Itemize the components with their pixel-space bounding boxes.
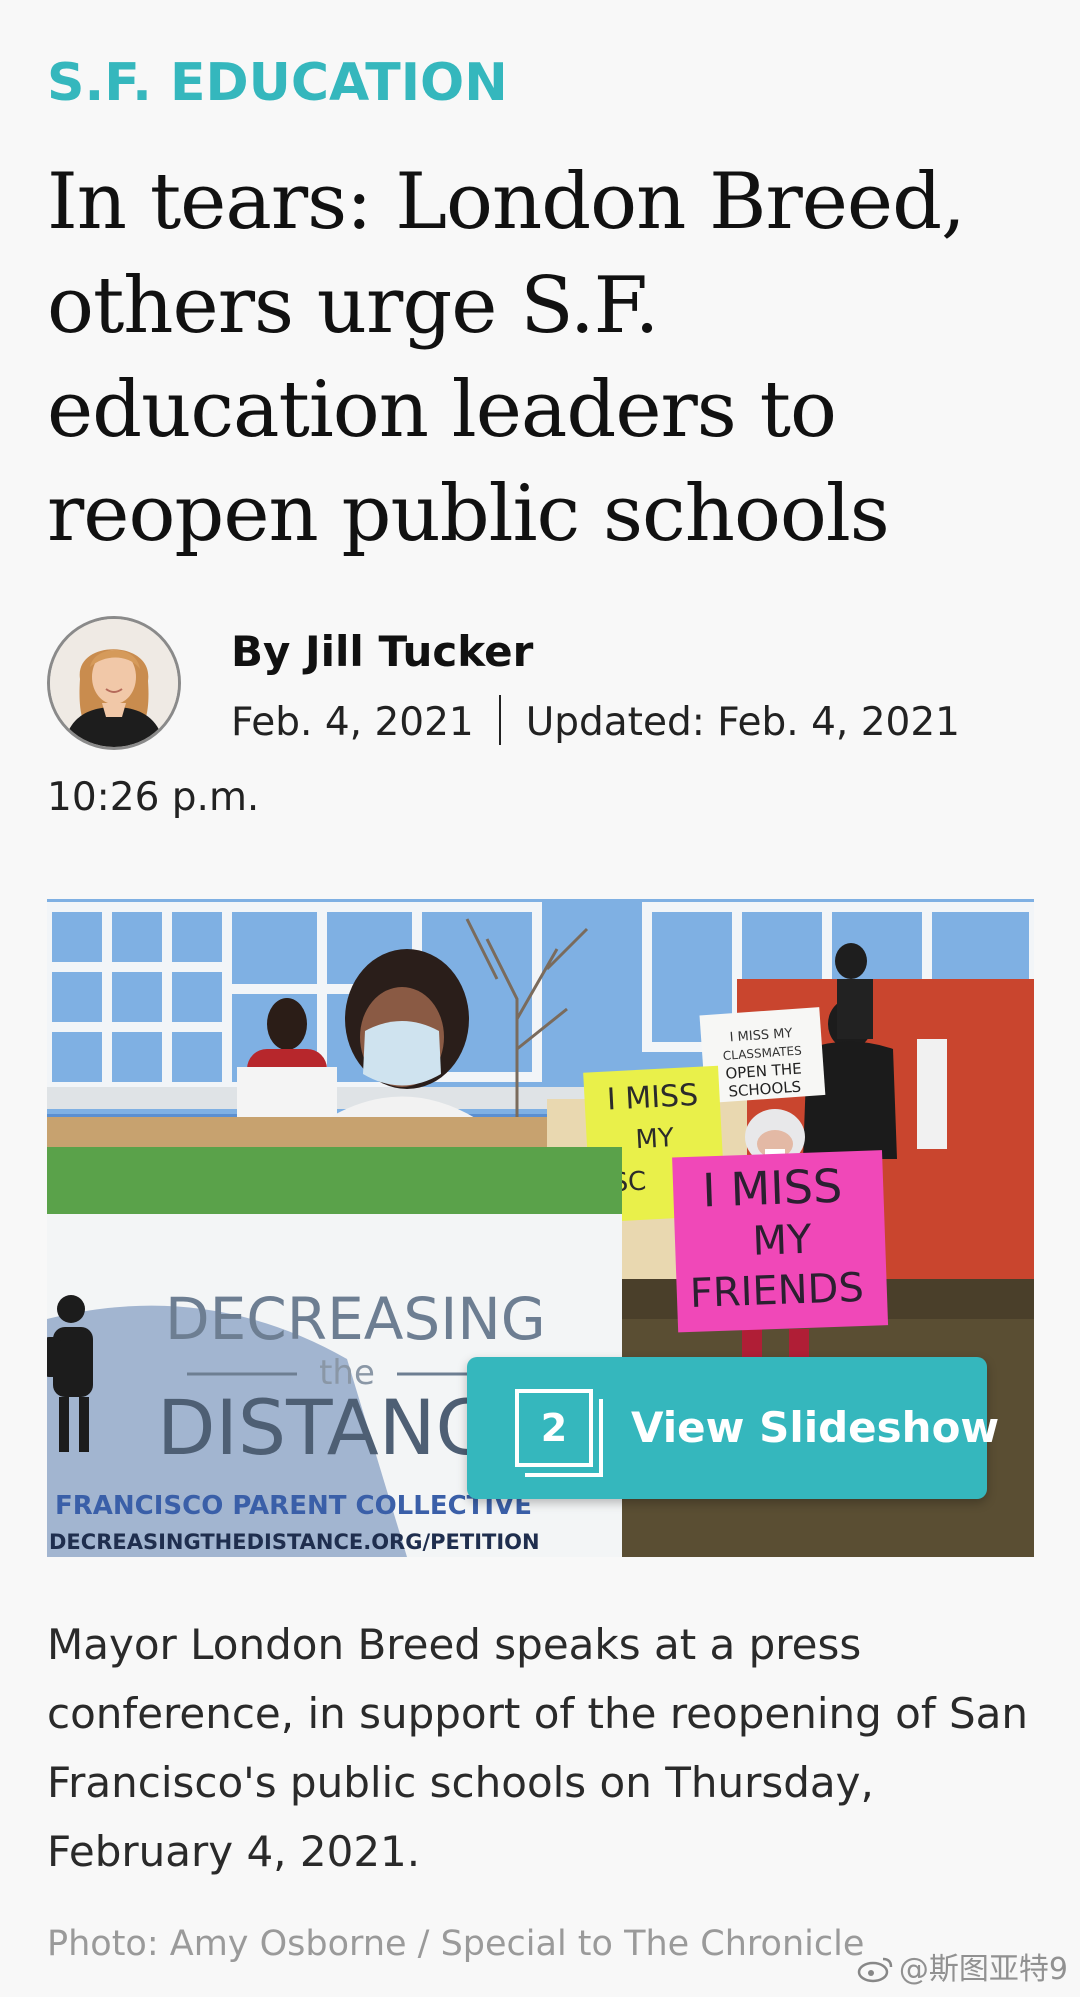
updated-time: 10:26 p.m.	[47, 775, 260, 820]
weibo-icon	[857, 1957, 893, 1983]
slideshow-count: 2	[515, 1389, 593, 1467]
watermark-text: @斯图亚特9	[898, 1952, 1068, 1987]
view-slideshow-button[interactable]: 2 View Slideshow	[467, 1357, 999, 1499]
svg-text:DECREASINGTHEDISTANCE.ORG/PETI: DECREASINGTHEDISTANCE.ORG/PETITION	[49, 1530, 540, 1554]
author-avatar[interactable]	[47, 616, 181, 750]
article-dates: Feb. 4, 2021 Updated: Feb. 4, 2021	[231, 693, 960, 753]
photo-credit: Photo: Amy Osborne / Special to The Chro…	[47, 1924, 865, 1964]
svg-text:MY: MY	[752, 1217, 813, 1265]
svg-text:FRANCISCO PARENT COLLECTIVE: FRANCISCO PARENT COLLECTIVE	[55, 1491, 532, 1521]
headline: In tears: London Breed, others urge S.F.…	[47, 157, 966, 559]
svg-text:DECREASING: DECREASING	[165, 1285, 546, 1353]
slideshow-label: View Slideshow	[631, 1403, 1000, 1452]
svg-text:MY: MY	[635, 1123, 675, 1155]
watermark: @斯图亚特9	[857, 1950, 1068, 1990]
date-separator	[498, 695, 501, 745]
svg-text:I MISS: I MISS	[606, 1078, 699, 1118]
published-date: Feb. 4, 2021	[231, 700, 474, 745]
byline-author[interactable]: By Jill Tucker	[231, 622, 533, 682]
svg-text:FRIENDS: FRIENDS	[689, 1265, 864, 1317]
updated-date: Updated: Feb. 4, 2021	[525, 700, 960, 745]
section-label[interactable]: S.F. EDUCATION	[47, 52, 508, 114]
svg-text:I MISS: I MISS	[701, 1159, 843, 1218]
photo-caption: Mayor London Breed speaks at a press con…	[47, 1620, 1028, 1876]
svg-text:DISTANC: DISTANC	[157, 1383, 489, 1472]
